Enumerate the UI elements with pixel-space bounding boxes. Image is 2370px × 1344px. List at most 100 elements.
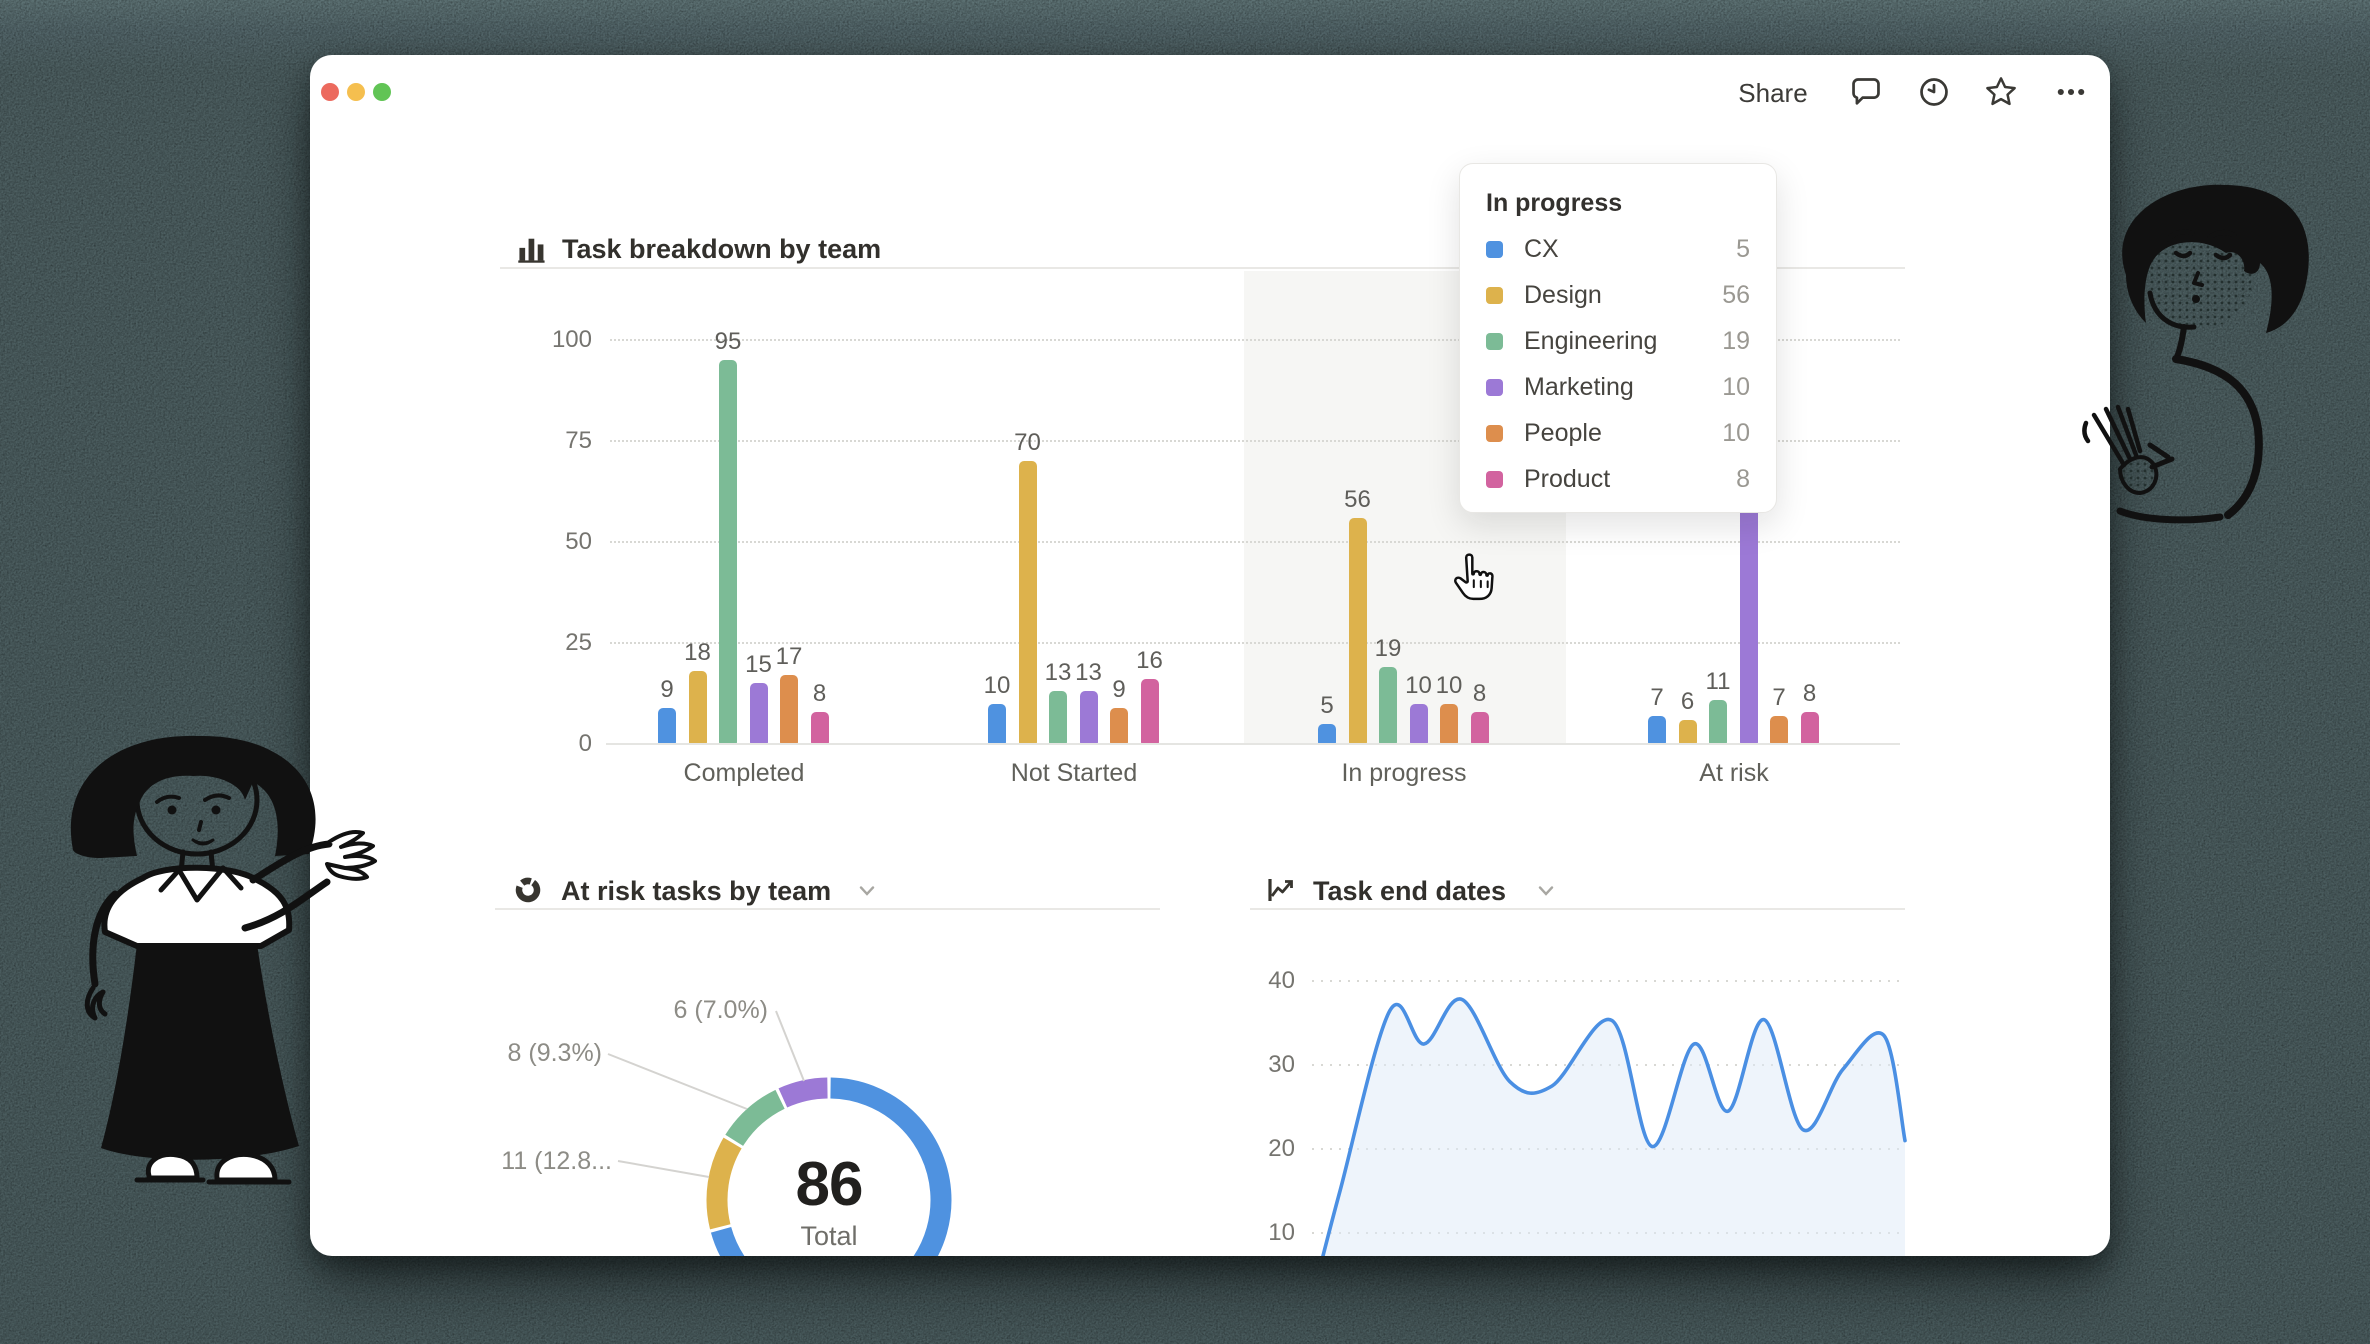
bar-completed-design[interactable] [689, 671, 707, 744]
hand-pointer-cursor [1450, 553, 1496, 603]
tooltip-series-label: Product [1524, 465, 1736, 494]
bar-completed-cx[interactable] [658, 708, 676, 744]
tooltip-series-value: 19 [1722, 327, 1750, 356]
bar-at-risk-product[interactable] [1801, 712, 1819, 744]
x-axis-line [606, 743, 1900, 745]
bar-chart-title: Task breakdown by team [562, 232, 881, 266]
tooltip-series-label: People [1524, 419, 1722, 448]
tooltip-series-value: 56 [1722, 281, 1750, 310]
tooltip-rows: CX5Design56Engineering19Marketing10Peopl… [1486, 226, 1750, 502]
donut-slice[interactable] [734, 1099, 780, 1140]
donut-slice[interactable] [783, 1088, 828, 1098]
donut-slice-label: 6 (7.0%) [568, 996, 768, 1025]
x-category-label: Not Started [974, 759, 1174, 788]
section-divider [495, 908, 1160, 910]
bar-in-progress-marketing[interactable] [1410, 704, 1428, 744]
bar-completed-product[interactable] [811, 712, 829, 744]
tooltip-row: Engineering19 [1486, 318, 1750, 364]
x-category-label: In progress [1304, 759, 1504, 788]
chevron-down-icon[interactable] [1537, 885, 1555, 897]
tooltip-series-label: Design [1524, 281, 1722, 310]
series-color-swatch [1486, 379, 1503, 396]
bar-in-progress-product[interactable] [1471, 712, 1489, 744]
tooltip-series-value: 10 [1722, 373, 1750, 402]
tooltip-series-label: Marketing [1524, 373, 1722, 402]
bar-completed-engineering[interactable] [719, 360, 737, 744]
bar-value-label: 8 [1450, 680, 1510, 708]
bar-value-label: 8 [790, 680, 850, 708]
line-area-fill [1316, 999, 1905, 1256]
more-options-icon[interactable] [2054, 75, 2088, 109]
bar-at-risk-people[interactable] [1770, 716, 1788, 744]
desktop-background: Share Task breakdown by team 0 25 50 75 100 9… [0, 0, 2370, 1344]
bar-in-progress-people[interactable] [1440, 704, 1458, 744]
minimize-window-button[interactable] [347, 83, 365, 101]
bar-at-risk-engineering[interactable] [1709, 700, 1727, 744]
section-divider [1250, 908, 1905, 910]
tooltip-series-value: 5 [1736, 235, 1750, 264]
donut-total-label: Total [729, 1221, 929, 1252]
tooltip-series-value: 10 [1722, 419, 1750, 448]
bar-chart-icon [516, 233, 548, 265]
donut-chart-icon [513, 875, 543, 905]
bar-value-label: 16 [1120, 647, 1180, 675]
chart-tooltip: In progress CX5Design56Engineering19Mark… [1459, 163, 1777, 513]
bar-value-label: 17 [759, 643, 819, 671]
tooltip-row: Marketing10 [1486, 364, 1750, 410]
donut-slice-label: 8 (9.3%) [402, 1039, 602, 1068]
y-tick-label: 0 [532, 730, 592, 758]
tooltip-series-label: CX [1524, 235, 1736, 264]
bar-value-label: 95 [698, 328, 758, 356]
bar-not-started-product[interactable] [1141, 679, 1159, 744]
y-tick-label: 30 [1235, 1051, 1295, 1079]
bar-at-risk-cx[interactable] [1648, 716, 1666, 744]
y-tick-label: 20 [1235, 1135, 1295, 1163]
tooltip-title: In progress [1486, 188, 1750, 218]
bar-not-started-design[interactable] [1019, 461, 1037, 744]
favorite-star-icon[interactable] [1984, 75, 2018, 109]
bar-at-risk-design[interactable] [1679, 720, 1697, 744]
series-color-swatch [1486, 333, 1503, 350]
tooltip-row: Design56 [1486, 272, 1750, 318]
x-category-label: Completed [644, 759, 844, 788]
bar-value-label: 56 [1328, 486, 1388, 514]
series-color-swatch [1486, 425, 1503, 442]
bar-not-started-cx[interactable] [988, 704, 1006, 744]
zoom-window-button[interactable] [373, 83, 391, 101]
gridline [610, 541, 1900, 543]
bar-in-progress-cx[interactable] [1318, 724, 1336, 744]
bar-value-label: 19 [1358, 635, 1418, 663]
close-window-button[interactable] [321, 83, 339, 101]
bar-not-started-people[interactable] [1110, 708, 1128, 744]
line-chart-icon [1265, 875, 1295, 905]
share-button[interactable]: Share [1718, 78, 1828, 109]
donut-total-value: 86 [729, 1149, 929, 1220]
series-color-swatch [1486, 471, 1503, 488]
doodle-person-thinking [2080, 175, 2315, 530]
y-tick-label: 10 [1235, 1219, 1295, 1247]
y-tick-label: 50 [532, 528, 592, 556]
bar-not-started-engineering[interactable] [1049, 691, 1067, 744]
donut-slice-label: 11 (12.8... [412, 1147, 612, 1176]
x-category-label: At risk [1634, 759, 1834, 788]
history-clock-icon[interactable] [1917, 75, 1951, 109]
tooltip-series-label: Engineering [1524, 327, 1722, 356]
bar-in-progress-design[interactable] [1349, 518, 1367, 744]
tooltip-series-value: 8 [1736, 465, 1750, 494]
y-tick-label: 25 [532, 629, 592, 657]
line-chart-title: Task end dates [1313, 874, 1506, 908]
comments-icon[interactable] [1849, 75, 1883, 109]
series-color-swatch [1486, 241, 1503, 258]
series-color-swatch [1486, 287, 1503, 304]
tooltip-row: CX5 [1486, 226, 1750, 272]
y-tick-label: 75 [532, 427, 592, 455]
tooltip-row: Product8 [1486, 456, 1750, 502]
y-tick-label: 40 [1235, 967, 1295, 995]
bar-completed-marketing[interactable] [750, 683, 768, 744]
y-tick-label: 100 [532, 326, 592, 354]
donut-chart-title: At risk tasks by team [561, 874, 831, 908]
bar-value-label: 8 [1780, 680, 1840, 708]
app-window: Share Task breakdown by team 0 25 50 75 100 9… [310, 55, 2110, 1256]
bar-value-label: 70 [998, 429, 1058, 457]
chevron-down-icon[interactable] [858, 885, 876, 897]
